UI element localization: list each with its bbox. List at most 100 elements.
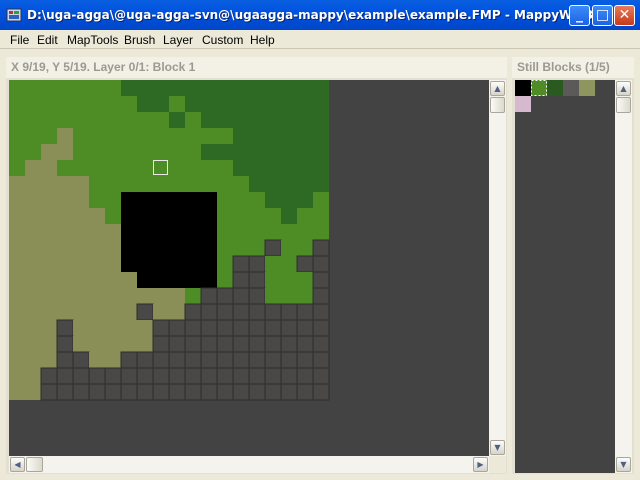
map-tile[interactable]: [89, 80, 105, 96]
map-tile[interactable]: [105, 96, 121, 112]
map-tile[interactable]: [57, 112, 73, 128]
map-tile[interactable]: [217, 144, 233, 160]
menu-custom[interactable]: Custom: [202, 33, 243, 47]
map-tile[interactable]: [200, 367, 218, 385]
map-tile[interactable]: [248, 383, 266, 401]
map-tile[interactable]: [296, 319, 314, 337]
map-tile[interactable]: [73, 208, 89, 224]
map-tile[interactable]: [121, 320, 137, 336]
map-tile[interactable]: [73, 336, 89, 352]
map-tile[interactable]: [200, 351, 218, 369]
map-tile[interactable]: [281, 160, 297, 176]
map-tile[interactable]: [136, 351, 154, 369]
map-tile[interactable]: [120, 351, 138, 369]
map-tile[interactable]: [169, 144, 185, 160]
map-tile[interactable]: [104, 383, 122, 401]
scroll-left-icon[interactable]: ◀: [10, 457, 25, 472]
map-tile[interactable]: [41, 224, 57, 240]
black-block[interactable]: [515, 80, 531, 96]
map-tile[interactable]: [248, 255, 266, 273]
map-tile[interactable]: [9, 112, 25, 128]
map-tile[interactable]: [280, 303, 298, 321]
map-tile[interactable]: [153, 128, 169, 144]
map-tile[interactable]: [168, 335, 186, 353]
map-tile[interactable]: [73, 320, 89, 336]
map-tile[interactable]: [281, 176, 297, 192]
map-tile[interactable]: [201, 96, 217, 112]
map-tile[interactable]: [89, 176, 105, 192]
map-vscroll-thumb[interactable]: [490, 97, 505, 113]
map-tile[interactable]: [265, 224, 281, 240]
map-tile[interactable]: [152, 319, 170, 337]
map-tile[interactable]: [105, 208, 121, 224]
map-tile[interactable]: [153, 112, 169, 128]
map-tile[interactable]: [25, 256, 41, 272]
map-tile[interactable]: [248, 287, 266, 305]
map-tile[interactable]: [73, 80, 89, 96]
map-tile[interactable]: [185, 176, 201, 192]
map-tile[interactable]: [313, 176, 329, 192]
map-tile[interactable]: [312, 383, 330, 401]
map-tile[interactable]: [9, 320, 25, 336]
map-tile[interactable]: [41, 256, 57, 272]
map-tile[interactable]: [217, 128, 233, 144]
map-tile[interactable]: [169, 208, 185, 224]
map-tile[interactable]: [200, 319, 218, 337]
map-tile[interactable]: [105, 288, 121, 304]
map-tile[interactable]: [25, 96, 41, 112]
map-tile[interactable]: [56, 335, 74, 353]
map-tile[interactable]: [153, 288, 169, 304]
map-tile[interactable]: [184, 303, 202, 321]
map-tile[interactable]: [201, 176, 217, 192]
map-tile[interactable]: [57, 288, 73, 304]
map-tile[interactable]: [233, 112, 249, 128]
map-tile[interactable]: [72, 383, 90, 401]
map-tile[interactable]: [57, 304, 73, 320]
map-tile[interactable]: [313, 192, 329, 208]
map-tile[interactable]: [121, 192, 137, 208]
map-tile[interactable]: [168, 319, 186, 337]
map-tile[interactable]: [297, 176, 313, 192]
map-tile[interactable]: [25, 224, 41, 240]
map-tile[interactable]: [41, 144, 57, 160]
map-tile[interactable]: [185, 208, 201, 224]
map-tile[interactable]: [200, 287, 218, 305]
map-tile[interactable]: [89, 320, 105, 336]
map-tile[interactable]: [232, 319, 250, 337]
map-tile[interactable]: [168, 367, 186, 385]
map-tile[interactable]: [265, 80, 281, 96]
map-tile[interactable]: [137, 336, 153, 352]
map-tile[interactable]: [25, 272, 41, 288]
map-tile[interactable]: [265, 128, 281, 144]
map-tile[interactable]: [201, 128, 217, 144]
map-tile[interactable]: [25, 336, 41, 352]
map-tile[interactable]: [152, 383, 170, 401]
map-tile[interactable]: [280, 335, 298, 353]
map-tile[interactable]: [249, 128, 265, 144]
map-tile[interactable]: [297, 144, 313, 160]
map-tile[interactable]: [57, 256, 73, 272]
map-tile[interactable]: [121, 144, 137, 160]
map-tile[interactable]: [169, 304, 185, 320]
map-tile[interactable]: [121, 336, 137, 352]
map-tile[interactable]: [121, 224, 137, 240]
map-tile[interactable]: [120, 383, 138, 401]
map-tile[interactable]: [9, 272, 25, 288]
map-tile[interactable]: [169, 272, 185, 288]
map-tile[interactable]: [57, 176, 73, 192]
map-tile[interactable]: [25, 352, 41, 368]
map-tile[interactable]: [217, 224, 233, 240]
map-tile[interactable]: [137, 112, 153, 128]
map-tile[interactable]: [89, 144, 105, 160]
map-tile[interactable]: [89, 192, 105, 208]
map-tile[interactable]: [41, 208, 57, 224]
map-tile[interactable]: [185, 240, 201, 256]
map-tile[interactable]: [313, 96, 329, 112]
map-tile[interactable]: [89, 256, 105, 272]
map-tile[interactable]: [249, 80, 265, 96]
scroll-down-icon[interactable]: ▼: [616, 457, 631, 472]
map-tile[interactable]: [296, 335, 314, 353]
map-tile[interactable]: [217, 240, 233, 256]
map-tile[interactable]: [25, 288, 41, 304]
map-tile[interactable]: [153, 192, 169, 208]
